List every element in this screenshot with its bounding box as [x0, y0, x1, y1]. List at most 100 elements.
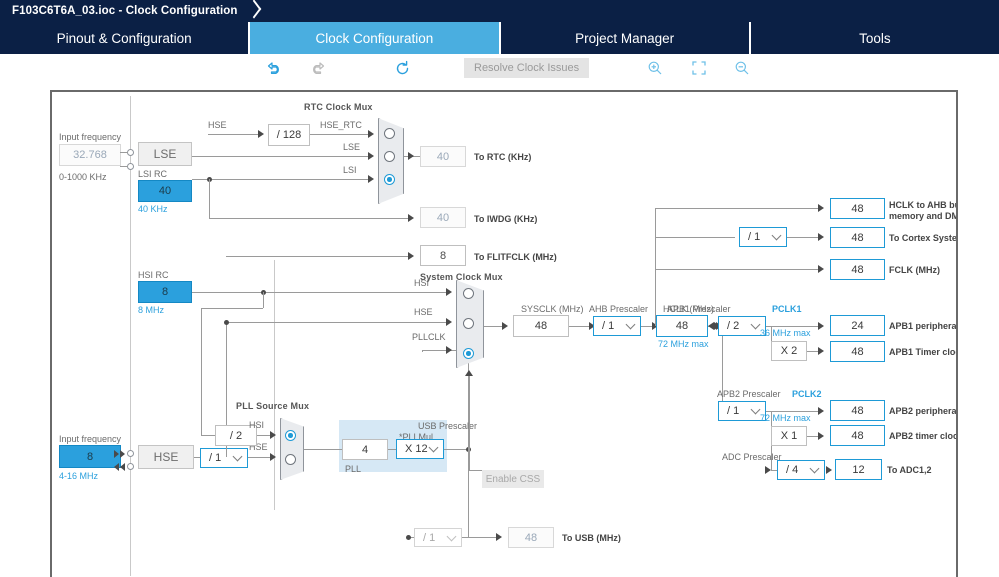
fclk-value: 48	[830, 259, 885, 280]
cortex-prescaler-dropdown[interactable]: / 1	[739, 227, 787, 247]
hsi-to-sysmux-arrow	[446, 288, 452, 296]
clock-tree-canvas[interactable]: Input frequency 32.768 0-1000 KHz LSE LS…	[50, 90, 958, 577]
pllclk-to-sysmux-arrow	[446, 346, 452, 354]
hse-input-frequency-label: Input frequency	[59, 434, 122, 444]
hse-div128-box[interactable]: / 128	[268, 124, 310, 146]
chevron-down-icon	[750, 319, 761, 330]
hsi-to-div2-vwire	[263, 292, 264, 308]
sysmux-hsi-label: HSI	[414, 278, 430, 288]
lsi-unit-label: 40 KHz	[138, 204, 168, 214]
rtc-clock-mux-title: RTC Clock Mux	[304, 102, 373, 112]
hse-input-frequency-field[interactable]: 8	[59, 445, 121, 468]
zoom-in-icon[interactable]	[645, 58, 665, 78]
ahb-prescaler-value: / 1	[602, 320, 615, 332]
apb1-prescaler-dropdown[interactable]: / 2	[718, 316, 766, 336]
resolve-clock-issues-label: Resolve Clock Issues	[474, 62, 580, 74]
resolve-clock-issues-button[interactable]: Resolve Clock Issues	[464, 58, 590, 78]
sysclk-in-arrow	[502, 322, 508, 330]
pclk1-max-label: 36 MHz max	[760, 328, 811, 338]
sysmux-out-wire	[484, 326, 502, 327]
apb1-peripheral-arrow	[818, 322, 824, 330]
adc-out-arrow	[826, 466, 832, 474]
sysmux-option-pllclk[interactable]	[463, 348, 474, 359]
to-usb-value: 48	[508, 527, 554, 548]
rtc-mux-option-hse-rtc[interactable]	[384, 128, 395, 139]
rtc-mux-lsi-input-label: LSI	[343, 165, 357, 175]
apb2-prescaler-value: / 1	[727, 405, 740, 417]
pll-mux-option-hse[interactable]	[285, 454, 296, 465]
pll-mux-option-hsi[interactable]	[285, 430, 296, 441]
apb2-prescaler-dropdown[interactable]: / 1	[718, 401, 766, 421]
ahb-bus-arrow	[818, 204, 824, 212]
ahb-bus-label-line2: memory and DMA (MHz)	[889, 211, 956, 221]
hse-rtc-arrow	[368, 130, 374, 138]
tab-project-manager[interactable]: Project Manager	[500, 22, 751, 54]
apb1-peripheral-value: 24	[830, 315, 885, 336]
undo-icon[interactable]	[264, 58, 284, 78]
hse-clock-prescaler-value: / 1	[209, 452, 222, 464]
pll-group-label: PLL	[345, 464, 362, 474]
sysmux-pllclk-label: PLLCLK	[412, 332, 446, 342]
adc-prescaler-dropdown[interactable]: / 4	[777, 460, 825, 480]
fit-to-screen-icon[interactable]	[689, 58, 709, 78]
lse-input-frequency-field[interactable]: 32.768	[59, 144, 121, 166]
rtc-mux-option-lsi[interactable]	[384, 174, 395, 185]
apb2-timer-label: APB2 timer clocks (MHz)	[889, 431, 958, 441]
tab-clock-configuration[interactable]: Clock Configuration	[250, 22, 501, 54]
hse-to-sysmux-arrow	[446, 318, 452, 326]
lsi-rc-title: LSI RC	[138, 169, 168, 179]
apb1-timer-label: APB1 Timer clocks (MHz)	[889, 347, 956, 357]
rtc-mux-option-lse[interactable]	[384, 151, 395, 162]
pclk1-label: PCLK1	[772, 304, 802, 314]
reset-icon[interactable]	[392, 58, 412, 78]
chevron-down-icon	[446, 531, 457, 541]
enable-css-button[interactable]: Enable CSS	[482, 470, 544, 488]
sysmux-option-hse[interactable]	[463, 318, 474, 329]
hse-pin-arrow-b	[120, 450, 125, 458]
hse-sysmux-dot	[224, 320, 229, 325]
hse-div128-input-label: HSE	[208, 120, 227, 130]
usb-prescaler-dropdown[interactable]: / 1	[414, 528, 462, 547]
hse-oscillator-box[interactable]: HSE	[138, 445, 194, 469]
lse-oscillator-box[interactable]: LSE	[138, 142, 192, 166]
lsi-to-iwdg-vwire	[209, 179, 210, 218]
hsi-rc-title: HSI RC	[138, 270, 169, 280]
css-arrow	[465, 370, 473, 376]
flitfclk-arrow	[408, 252, 414, 260]
apb2-prescaler-label: APB2 Prescaler	[717, 389, 781, 399]
lsi-value-field[interactable]: 40	[138, 180, 192, 202]
ahb-bus-value: 48	[830, 198, 885, 219]
hse-clock-prescaler[interactable]: / 1	[200, 448, 248, 468]
sysmux-option-hsi[interactable]	[463, 288, 474, 299]
hclk-top-feed	[655, 208, 819, 209]
hse-rtc-label: HSE_RTC	[320, 120, 362, 130]
bus-rail-hsi	[274, 260, 275, 510]
pll-source-mux[interactable]	[280, 418, 304, 480]
cortex-timer-value: 48	[830, 227, 885, 248]
hse-range-label: 4-16 MHz	[59, 471, 99, 481]
chevron-down-icon	[750, 404, 761, 415]
hse-prescaler-out-wire	[248, 457, 270, 458]
adc-prescaler-in-arrow	[765, 466, 771, 474]
to-usb-label: To USB (MHz)	[562, 533, 621, 543]
zoom-out-icon[interactable]	[732, 58, 752, 78]
tab-pinout-configuration[interactable]: Pinout & Configuration	[0, 22, 251, 54]
cortex-feed	[655, 237, 735, 238]
pclk1-out-wire	[766, 326, 818, 327]
pllmux-out-wire	[304, 449, 342, 450]
tab-tools[interactable]: Tools	[750, 22, 999, 54]
cortex-feed2	[787, 237, 818, 238]
fclk-arrow	[818, 265, 824, 273]
ahb-prescaler-dropdown[interactable]: / 1	[593, 316, 641, 336]
to-flitfclk-value: 8	[420, 245, 466, 266]
window-title-bar: F103C6T6A_03.ioc - Clock Configuration	[0, 0, 999, 22]
apb1-timer-value: 48	[830, 341, 885, 362]
hsi-value-field[interactable]: 8	[138, 281, 192, 303]
page-title: F103C6T6A_03.ioc - Clock Configuration	[12, 5, 238, 17]
fclk-feed	[655, 269, 818, 270]
pll-to-mul-wire	[388, 449, 396, 450]
hclk-value-box: 48	[656, 315, 708, 337]
pll-mux-hsi-label: HSI	[249, 420, 265, 430]
pllmul-dropdown[interactable]: X 12	[396, 439, 444, 459]
tab-label: Project Manager	[575, 30, 675, 46]
